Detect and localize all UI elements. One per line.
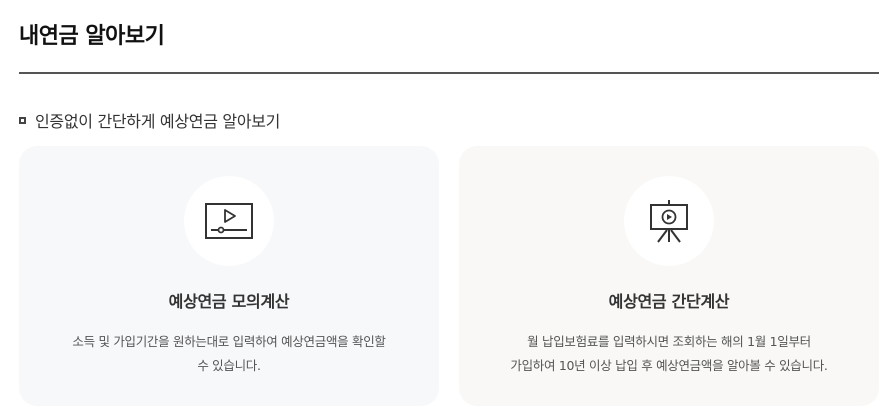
square-bullet-icon [19, 117, 26, 124]
icon-circle [184, 176, 274, 266]
section-heading: 인증없이 간단하게 예상연금 알아보기 [19, 108, 280, 132]
card-description-line: 소득 및 가입기간을 원하는대로 입력하여 예상연금액을 확인할 [72, 334, 386, 349]
card-description-line: 월 납입보험료를 입력하시면 조회하는 해의 1월 1일부터 [527, 334, 811, 349]
icon-circle [624, 176, 714, 266]
card-description-line: 가입하여 10년 이상 납입 후 예상연금액을 알아볼 수 있습니다. [510, 358, 828, 373]
page-title: 내연금 알아보기 [19, 24, 165, 49]
card-description: 월 납입보험료를 입력하시면 조회하는 해의 1월 1일부터 가입하여 10년 … [459, 330, 879, 378]
video-play-icon [205, 203, 253, 239]
card-description: 소득 및 가입기간을 원하는대로 입력하여 예상연금액을 확인할 수 있습니다. [19, 330, 439, 378]
simple-calculation-card[interactable]: 예상연금 간단계산 월 납입보험료를 입력하시면 조회하는 해의 1월 1일부터… [459, 146, 879, 406]
title-divider [19, 72, 879, 74]
card-title: 예상연금 모의계산 [168, 292, 290, 311]
page: 내연금 알아보기 인증없이 간단하게 예상연금 알아보기 예상연금 모의계산 소… [0, 0, 894, 412]
presentation-board-icon [650, 200, 688, 243]
mock-calculation-card[interactable]: 예상연금 모의계산 소득 및 가입기간을 원하는대로 입력하여 예상연금액을 확… [19, 146, 439, 406]
card-description-line: 수 있습니다. [197, 358, 261, 373]
card-title: 예상연금 간단계산 [608, 292, 730, 311]
section-heading-text: 인증없이 간단하게 예상연금 알아보기 [35, 112, 281, 131]
